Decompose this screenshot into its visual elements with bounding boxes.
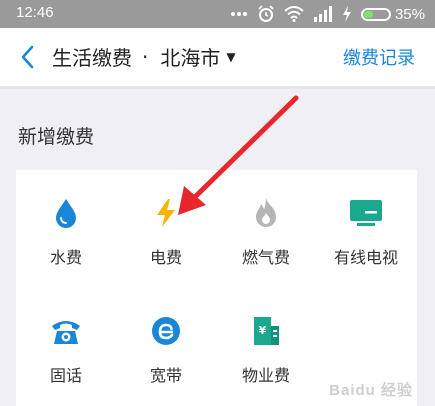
city-selector[interactable]: 生活缴费 · 北海市 ▼ <box>52 42 236 71</box>
svg-text:¥: ¥ <box>259 324 267 337</box>
service-label: 固话 <box>49 366 82 385</box>
status-icons: 35% <box>230 3 425 25</box>
water-drop-icon <box>49 196 83 230</box>
alarm-icon <box>257 5 275 23</box>
flame-icon <box>249 196 283 230</box>
back-button[interactable] <box>14 43 40 71</box>
wifi-icon <box>284 6 304 22</box>
service-cable-tv[interactable]: 有线电视 <box>316 170 416 288</box>
service-gas[interactable]: 燃气费 <box>216 170 316 288</box>
tv-icon <box>349 196 383 230</box>
battery-percent: 35% <box>394 5 425 23</box>
title-separator: · <box>142 44 149 69</box>
dots-icon <box>230 11 248 17</box>
section-title: 新增缴费 <box>18 126 95 148</box>
service-broadband[interactable]: 宽带 <box>116 288 216 406</box>
service-water[interactable]: 水费 <box>16 170 116 288</box>
chevron-left-icon <box>21 45 34 69</box>
service-electricity[interactable]: 电费 <box>116 170 216 288</box>
city-name: 北海市 <box>160 46 221 70</box>
broadband-icon <box>149 314 183 348</box>
service-property[interactable]: ¥ 物业费 <box>216 288 316 406</box>
status-bar: 12:46 35% <box>0 0 435 28</box>
building-icon: ¥ <box>249 314 283 348</box>
signal-icon <box>313 6 333 22</box>
page-title: 生活缴费 <box>52 46 132 70</box>
service-label: 物业费 <box>241 366 290 385</box>
battery-indicator: 35% <box>360 5 425 23</box>
battery-icon <box>360 7 391 21</box>
service-label: 燃气费 <box>241 248 290 267</box>
header-bar: 生活缴费 · 北海市 ▼ 缴费记录 <box>0 28 435 86</box>
lightning-icon <box>149 196 183 230</box>
telephone-icon <box>49 314 83 348</box>
charging-icon <box>342 6 352 22</box>
service-label: 水费 <box>49 248 82 267</box>
watermark: Baidu 经验 <box>329 382 413 399</box>
service-label: 电费 <box>149 248 182 267</box>
service-landline[interactable]: 固话 <box>16 288 116 406</box>
service-label: 宽带 <box>149 366 182 385</box>
caret-down-icon: ▼ <box>226 49 236 64</box>
service-grid: 水费 电费 燃气费 有线电视 固话 宽带 ¥ 物业费 <box>16 170 417 406</box>
status-time: 12:46 <box>16 4 54 21</box>
header-divider <box>0 86 435 89</box>
service-label: 有线电视 <box>333 248 398 267</box>
payment-history-link[interactable]: 缴费记录 <box>343 44 415 70</box>
